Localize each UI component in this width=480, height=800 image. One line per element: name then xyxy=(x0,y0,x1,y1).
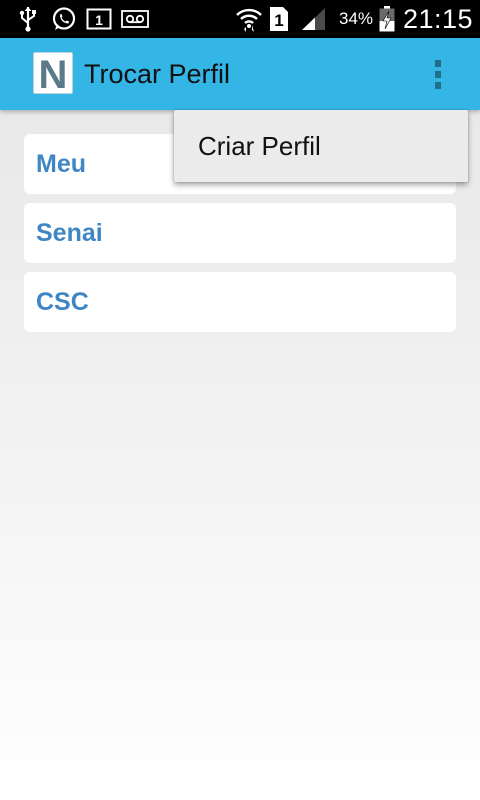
overflow-menu-button[interactable] xyxy=(420,52,456,96)
app-logo-letter: N xyxy=(39,55,68,91)
overflow-dot-icon xyxy=(435,59,441,67)
wifi-icon xyxy=(234,0,264,38)
whatsapp-icon xyxy=(50,0,78,38)
profile-item-csc[interactable]: CSC xyxy=(24,272,456,332)
sim1-icon: 1 xyxy=(268,0,290,38)
action-bar: N Trocar Perfil xyxy=(0,38,480,110)
sim-notification-icon: 1 xyxy=(86,0,112,38)
overflow-dot-icon xyxy=(435,70,441,78)
status-bar: 1 1 34% 21:15 xyxy=(0,0,480,38)
page-title: Trocar Perfil xyxy=(84,59,231,89)
overflow-popup-menu: Criar Perfil xyxy=(174,110,468,182)
signal-icon xyxy=(300,0,328,38)
menu-item-criar-perfil[interactable]: Criar Perfil xyxy=(174,110,468,182)
profile-item-senai[interactable]: Senai xyxy=(24,203,456,263)
sim1-label: 1 xyxy=(274,11,283,30)
sim-notification-label: 1 xyxy=(95,12,103,28)
voicemail-icon xyxy=(120,0,150,38)
profile-label: CSC xyxy=(36,287,89,316)
profile-label: Meu xyxy=(36,149,86,178)
usb-icon xyxy=(14,0,42,38)
profile-label: Senai xyxy=(36,218,103,247)
overflow-dot-icon xyxy=(435,81,441,89)
app-logo-icon[interactable]: N xyxy=(33,52,73,94)
battery-charging-icon xyxy=(376,0,398,38)
battery-percent: 34% xyxy=(338,9,374,28)
clock: 21:15 xyxy=(402,3,474,34)
